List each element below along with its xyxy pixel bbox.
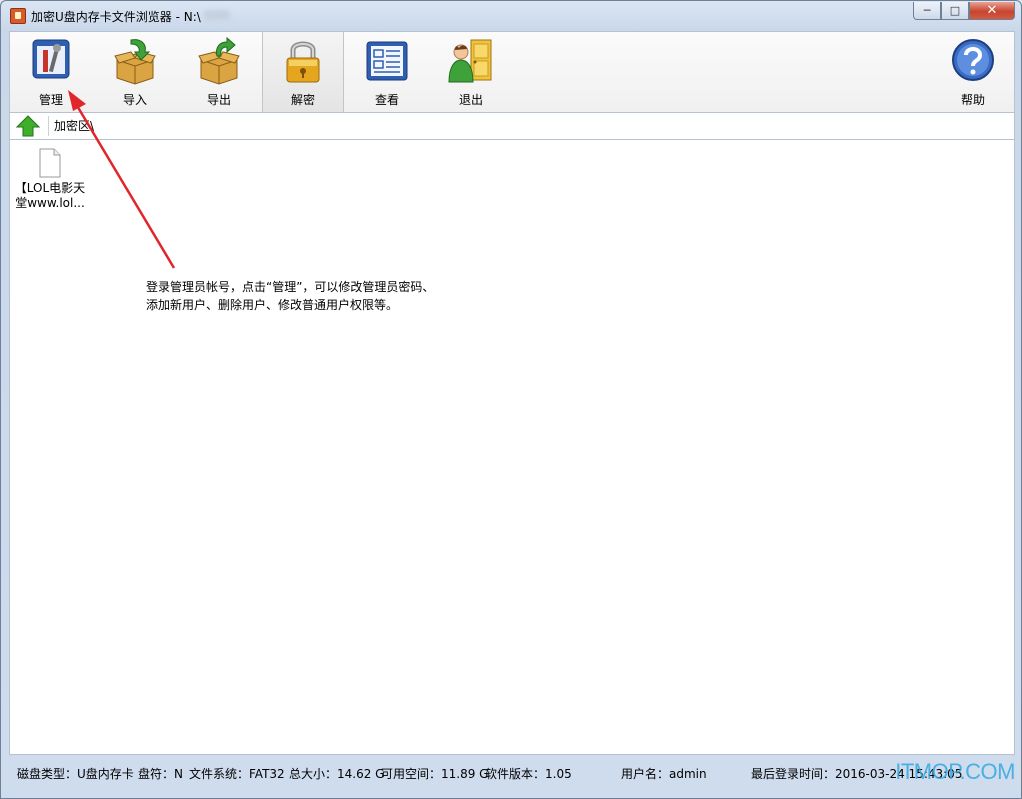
exit-door-icon xyxy=(448,39,492,83)
help-icon xyxy=(952,39,994,81)
toolbar: 管理 导入 导出 解密 查看 退出 帮助 xyxy=(9,31,1015,113)
annotation-line-2: 添加新用户、删除用户、修改普通用户权限等。 xyxy=(146,298,399,312)
import-button[interactable]: 导入 xyxy=(94,32,176,112)
help-label: 帮助 xyxy=(960,93,985,107)
status-version: 软件版本：1.05 xyxy=(485,767,572,781)
manage-label: 管理 xyxy=(38,93,63,107)
import-label: 导入 xyxy=(122,93,147,107)
file-list-area[interactable]: 【LOL电影天堂www.lol... 登录管理员帐号，点击“管理”，可以修改管理… xyxy=(9,140,1015,755)
status-bar: 磁盘类型：U盘内存卡 盘符：N 文件系统：FAT32 总大小：14.62 G 可… xyxy=(9,757,1015,787)
current-path[interactable]: 加密区\ xyxy=(54,117,94,134)
decrypt-button[interactable]: 解密 xyxy=(262,32,344,112)
view-button[interactable]: 查看 xyxy=(346,32,428,112)
padlock-icon xyxy=(286,41,320,83)
status-free-space: 可用空间：11.89 G xyxy=(381,767,489,781)
status-disk-type: 磁盘类型：U盘内存卡 xyxy=(17,767,134,781)
view-label: 查看 xyxy=(374,93,399,107)
status-username: 用户名：admin xyxy=(621,767,707,781)
file-name: 【LOL电影天堂www.lol... xyxy=(14,181,86,210)
help-button[interactable]: 帮助 xyxy=(932,32,1014,112)
app-window: 加密U盘内存卡文件浏览器 - N:\ ─ □ ✕ 管理 导入 导出 解密 查看 … xyxy=(0,0,1022,799)
app-icon[interactable] xyxy=(10,8,26,24)
path-bar: 加密区\ xyxy=(9,113,1015,140)
site-watermark: ITMOP.COM xyxy=(895,759,1015,784)
title-bar[interactable]: 加密U盘内存卡文件浏览器 - N:\ ─ □ ✕ xyxy=(1,1,1021,31)
export-button[interactable]: 导出 xyxy=(178,32,260,112)
view-document-icon xyxy=(366,41,408,81)
manage-button[interactable]: 管理 xyxy=(10,32,92,112)
maximize-button[interactable]: □ xyxy=(941,2,969,20)
minimize-button[interactable]: ─ xyxy=(913,2,941,20)
export-label: 导出 xyxy=(206,93,231,107)
blank-file-icon xyxy=(39,148,61,178)
exit-label: 退出 xyxy=(458,93,483,107)
status-total-size: 总大小：14.62 G xyxy=(289,767,385,781)
close-button[interactable]: ✕ xyxy=(969,2,1015,20)
status-drive-letter: 盘符：N xyxy=(138,767,183,781)
annotation-line-1: 登录管理员帐号，点击“管理”，可以修改管理员密码、 xyxy=(146,280,435,294)
exit-button[interactable]: 退出 xyxy=(430,32,512,112)
status-filesystem: 文件系统：FAT32 xyxy=(189,767,285,781)
path-separator xyxy=(48,116,49,136)
title-blur-mark xyxy=(204,10,230,20)
file-item[interactable]: 【LOL电影天堂www.lol... xyxy=(14,148,86,211)
window-title: 加密U盘内存卡文件浏览器 - N:\ xyxy=(31,10,201,24)
export-box-icon xyxy=(198,36,240,85)
decrypt-label: 解密 xyxy=(290,93,315,107)
manage-icon xyxy=(32,39,70,79)
up-arrow-icon[interactable] xyxy=(16,115,40,137)
import-box-icon xyxy=(114,39,156,85)
annotation-note: 登录管理员帐号，点击“管理”，可以修改管理员密码、 添加新用户、删除用户、修改普… xyxy=(146,278,434,314)
